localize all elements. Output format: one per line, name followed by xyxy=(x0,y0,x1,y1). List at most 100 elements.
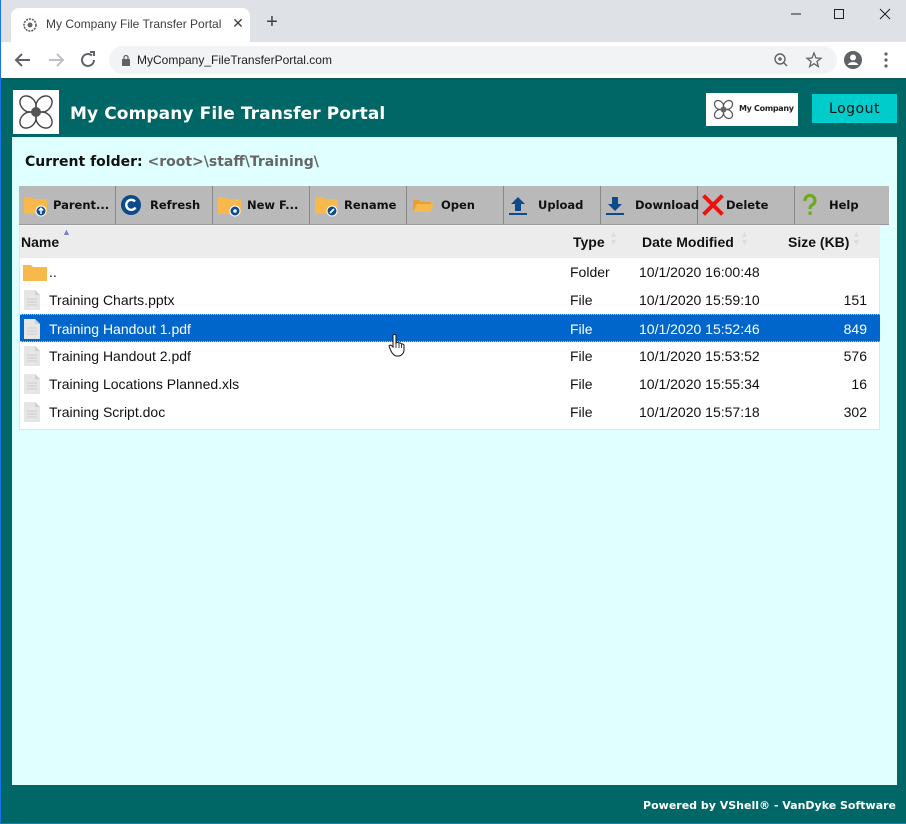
close-window-icon[interactable] xyxy=(873,4,897,24)
file-name: Training Script.doc xyxy=(49,404,166,420)
folder-icon xyxy=(23,265,47,281)
column-header-size[interactable]: Size (KB) ▲ ▼ xyxy=(788,230,861,251)
browser-window: My Company File Transfer Portal ✕ + MyCo… xyxy=(0,0,906,824)
refresh-label: Refresh xyxy=(150,198,201,212)
minimize-icon[interactable] xyxy=(784,4,808,24)
sort-icon: ▲ ▼ xyxy=(609,229,618,247)
refresh-button[interactable]: Refresh xyxy=(116,186,213,224)
file-type: File xyxy=(570,376,593,392)
address-bar[interactable]: MyCompany_FileTransferPortal.com xyxy=(109,46,837,74)
portal-page: My Company File Transfer Portal My Compa… xyxy=(2,78,906,823)
parent-folder-label: Parent... xyxy=(53,198,110,212)
file-row[interactable]: Training Charts.pptx File 10/1/2020 15:59:… xyxy=(20,286,880,314)
new-tab-icon[interactable]: + xyxy=(263,12,281,32)
file-date: 10/1/2020 15:55:34 xyxy=(639,376,760,392)
delete-icon xyxy=(702,194,724,216)
tab-close-icon[interactable]: ✕ xyxy=(229,14,247,32)
current-folder-label: Current folder: xyxy=(25,154,143,170)
file-row[interactable]: .. Folder 10/1/2020 16:00:48 xyxy=(20,258,880,286)
browser-toolbar: MyCompany_FileTransferPortal.com xyxy=(1,42,906,78)
column-header-name[interactable]: Name ▲ xyxy=(21,228,71,251)
footer-powered-by: Powered by VShell® - VanDyke Software xyxy=(643,799,896,812)
file-date: 10/1/2020 15:53:52 xyxy=(639,348,760,364)
delete-button[interactable]: Delete xyxy=(698,186,795,224)
tab-strip: My Company File Transfer Portal ✕ + xyxy=(1,0,906,42)
logout-button[interactable]: Logout xyxy=(812,94,897,123)
delete-label: Delete xyxy=(726,198,769,212)
file-row[interactable]: Training Locations Planned.xls File 10/1/2… xyxy=(20,370,880,398)
new-folder-button[interactable]: New F... xyxy=(213,186,310,224)
app-title: My Company File Transfer Portal xyxy=(70,104,386,124)
current-folder-path: <root>\staff\Training\ xyxy=(147,154,319,170)
profile-avatar-icon[interactable] xyxy=(843,50,863,70)
url-text: MyCompany_FileTransferPortal.com xyxy=(137,53,332,67)
file-type: File xyxy=(570,292,593,308)
help-label: Help xyxy=(829,198,859,212)
back-icon[interactable] xyxy=(11,48,35,72)
file-size: 16 xyxy=(851,376,867,392)
maximize-icon[interactable] xyxy=(827,4,851,24)
file-type: Folder xyxy=(570,264,610,280)
upload-label: Upload xyxy=(538,198,584,212)
sort-icon: ▲ ▼ xyxy=(852,229,861,247)
current-folder: Current folder: <root>\staff\Training\ xyxy=(25,154,319,170)
zoom-icon[interactable] xyxy=(772,51,790,69)
column-header-type[interactable]: Type ▲ ▼ xyxy=(573,230,618,251)
hand-cursor-icon xyxy=(388,334,405,357)
file-icon xyxy=(24,290,40,310)
sort-asc-icon: ▲ xyxy=(62,227,71,237)
file-name: Training Locations Planned.xls xyxy=(49,376,240,392)
file-row[interactable]: Training Script.doc File 10/1/2020 15:57:1… xyxy=(20,398,880,426)
file-size: 302 xyxy=(843,404,867,420)
open-button[interactable]: Open xyxy=(407,186,504,224)
menu-kebab-icon[interactable] xyxy=(876,50,896,70)
parent-folder-button[interactable]: Parent... xyxy=(19,186,116,224)
download-icon xyxy=(606,197,624,215)
new-folder-icon xyxy=(218,197,241,217)
upload-icon xyxy=(509,197,527,215)
celtic-knot-logo-icon xyxy=(19,95,53,129)
action-toolbar: Parent... Refresh New F... Rename Open U… xyxy=(19,186,889,225)
reload-icon[interactable] xyxy=(76,48,100,72)
content-area: Current folder: <root>\staff\Training\ P… xyxy=(12,137,897,785)
forward-icon[interactable] xyxy=(44,48,68,72)
file-size: 849 xyxy=(843,321,867,337)
file-name: Training Charts.pptx xyxy=(49,292,175,308)
grid-header: Name ▲ Type ▲ ▼ Date Modified ▲ ▼ Size (KB… xyxy=(20,226,880,258)
file-name: Training Handout 2.pdf xyxy=(49,348,191,364)
download-label: Download xyxy=(635,198,700,212)
file-row[interactable]: Training Handout 1.pdf File 10/1/2020 15:5… xyxy=(20,314,880,342)
file-type: File xyxy=(570,321,593,337)
help-icon xyxy=(803,193,817,215)
file-icon xyxy=(24,402,40,422)
bookmark-star-icon[interactable] xyxy=(805,51,823,69)
upload-button[interactable]: Upload xyxy=(504,186,601,224)
refresh-icon xyxy=(121,195,141,215)
portal-logo xyxy=(13,90,59,134)
file-date: 10/1/2020 15:59:10 xyxy=(639,292,760,308)
lock-icon xyxy=(122,54,130,66)
company-logo: My Company xyxy=(706,93,798,126)
company-logo-text: My Company xyxy=(739,104,794,113)
company-favicon-icon xyxy=(22,17,38,33)
rename-folder-icon xyxy=(315,197,338,217)
rename-label: Rename xyxy=(344,198,397,212)
open-label: Open xyxy=(441,198,475,212)
download-button[interactable]: Download xyxy=(601,186,700,224)
file-icon xyxy=(24,374,40,394)
file-name: Training Handout 1.pdf xyxy=(49,321,191,337)
open-folder-icon xyxy=(413,200,434,212)
help-button[interactable]: Help xyxy=(795,186,887,224)
rename-button[interactable]: Rename xyxy=(310,186,407,224)
file-size: 576 xyxy=(843,348,867,364)
sort-icon: ▲ ▼ xyxy=(740,229,749,247)
file-type: File xyxy=(570,404,593,420)
file-row[interactable]: Training Handout 2.pdf File 10/1/2020 15:5… xyxy=(20,342,880,370)
file-date: 10/1/2020 15:52:46 xyxy=(639,321,760,337)
file-grid: Name ▲ Type ▲ ▼ Date Modified ▲ ▼ Size (KB… xyxy=(19,226,880,430)
file-type: File xyxy=(570,348,593,364)
file-icon xyxy=(24,319,40,339)
file-name: .. xyxy=(49,264,57,280)
column-header-date[interactable]: Date Modified ▲ ▼ xyxy=(642,230,749,251)
browser-tab[interactable]: My Company File Transfer Portal ✕ xyxy=(11,8,250,42)
